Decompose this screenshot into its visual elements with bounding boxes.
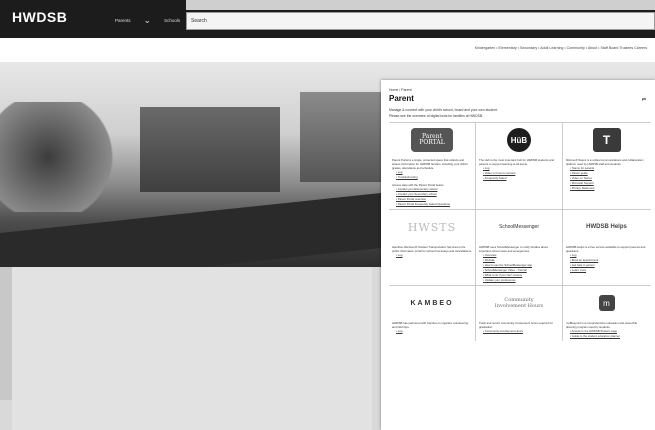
nav-item-parents[interactable]: Parents: [115, 18, 131, 23]
myblueprint-logo[interactable]: m: [598, 295, 615, 311]
tile-school-messenger: SchoolMessenger HWDSB uses SchoolMesseng…: [476, 210, 563, 285]
content-panel: Home / Parent Parent ⇄ Manage & connect …: [381, 80, 655, 430]
teams-logo[interactable]: T: [592, 128, 621, 152]
tile-link[interactable]: Learn more: [570, 268, 647, 273]
search-input[interactable]: Search: [186, 12, 655, 30]
tile-parent-portal: Parent PORTAL Parent Portal is a single, …: [389, 123, 476, 209]
page-title: Parent: [389, 94, 414, 103]
tile-link[interactable]: Troubleshooting: [396, 175, 472, 180]
tile-teams: T Microsoft Teams is a unified communica…: [563, 123, 650, 209]
tools-row: Parent PORTAL Parent Portal is a single, …: [389, 122, 651, 209]
intro-text-2: Please see the overview of digital tools…: [389, 114, 484, 118]
community-hours-logo[interactable]: Community Involvement Hours: [495, 297, 543, 309]
tile-description: The Hub is the most important hub for HW…: [479, 158, 554, 166]
chevron-down-icon[interactable]: ⌄: [144, 15, 152, 26]
kambeo-logo[interactable]: KAMBEO: [410, 300, 453, 307]
tile-description: Parent Portal is a single, protected spa…: [392, 158, 468, 170]
tile-link[interactable]: Guide to the student education planner: [570, 334, 647, 339]
tile-link[interactable]: Community Involvement Hours: [483, 329, 559, 334]
tools-row: HWSTS Hamilton-Wentworth Student Transpo…: [389, 209, 651, 285]
hero-tree: [0, 102, 120, 212]
hub-logo[interactable]: HüB: [507, 128, 531, 152]
hwdsb-helps-logo[interactable]: HWDSB Helps: [586, 224, 627, 230]
content-background: [12, 267, 372, 430]
hwsts-logo[interactable]: HWSTS: [408, 221, 456, 234]
tile-link[interactable]: Parent Portal Frequently Asked Questions: [396, 202, 472, 207]
school-messenger-logo[interactable]: SchoolMessenger: [499, 224, 539, 230]
left-gutter: [0, 267, 12, 400]
tile-description: Microsoft Teams is a unified communicati…: [566, 158, 644, 166]
hero-building: [140, 107, 280, 192]
intro-text: Manage & connect with your child's schoo…: [389, 108, 498, 112]
secondary-nav-bar: [0, 38, 655, 62]
tile-link[interactable]: Update your preferences: [483, 278, 559, 283]
tile-link[interactable]: Log: [396, 329, 472, 334]
tile-description: HWDSB uses SchoolMessenger to notify fam…: [479, 245, 548, 253]
tile-kambeo: KAMBEO HWDSB has partnered with Kambeo t…: [389, 286, 476, 341]
parent-portal-logo[interactable]: Parent PORTAL: [411, 128, 453, 152]
secondary-nav[interactable]: Kindergarten • Elementary • Secondary • …: [475, 46, 647, 50]
tile-description: HWDSB Helps is a free service available …: [566, 245, 646, 253]
tile-description: Track and record community involvement h…: [479, 321, 553, 329]
tile-link[interactable]: Log: [396, 253, 472, 258]
hwdsb-logo[interactable]: HWDSB: [12, 9, 67, 25]
tile-link[interactable]: Frequently Asked: [483, 176, 559, 181]
tile-hwdsb-helps: HWDSB Helps HWDSB Helps is a free servic…: [563, 210, 650, 285]
breadcrumb[interactable]: Home / Parent: [389, 88, 412, 92]
tile-link[interactable]: Privacy Statement: [570, 186, 647, 191]
tile-hub: HüB The Hub is the most important hub fo…: [476, 123, 563, 209]
top-header: HWDSB Parents ⌄ Schools Jobs Search: [0, 0, 655, 38]
tile-description: myBlueprint is a comprehensive education…: [566, 321, 638, 329]
tile-myblueprint: m myBlueprint is a comprehensive educati…: [563, 286, 650, 341]
tile-description: Hamilton-Wentworth Student Transportatio…: [392, 245, 472, 253]
nav-item-schools[interactable]: Schools: [164, 18, 180, 23]
tile-community-involvement: Community Involvement Hours Track and rec…: [476, 286, 563, 341]
tools-row: KAMBEO HWDSB has partnered with Kambeo t…: [389, 285, 651, 341]
tile-description: HWDSB has partnered with Kambeo to organ…: [392, 321, 469, 329]
tile-hwsts: HWSTS Hamilton-Wentworth Student Transpo…: [389, 210, 476, 285]
share-icon[interactable]: ⇄: [642, 97, 646, 103]
header-strip: [186, 0, 655, 10]
tools-grid: Parent PORTAL Parent Portal is a single, …: [389, 122, 651, 341]
